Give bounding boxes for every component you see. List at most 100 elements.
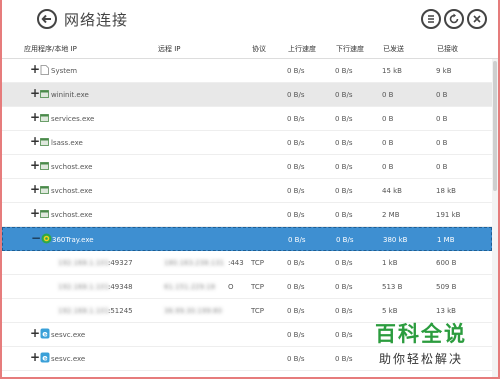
- close-icon: [473, 15, 481, 23]
- down-speed: 0 B/s: [335, 187, 353, 195]
- list-icon: [428, 15, 434, 23]
- sent: 1 kB: [382, 259, 398, 267]
- protocol: TCP: [251, 307, 264, 315]
- sent: 513 B: [382, 283, 403, 291]
- col-up[interactable]: 上行速度: [288, 44, 316, 54]
- down-speed: 0 B/s: [335, 259, 353, 267]
- app-name: svchost.exe: [51, 187, 93, 195]
- col-recv[interactable]: 已接收: [437, 44, 458, 54]
- expand-icon[interactable]: +: [30, 183, 40, 195]
- col-sent[interactable]: 已发送: [383, 44, 404, 54]
- table-row[interactable]: 192.168.1.101 :49348 61.151.229.18 O TCP…: [2, 275, 492, 299]
- up-speed: 0 B/s: [287, 331, 305, 339]
- sent: 0 B: [382, 139, 394, 147]
- down-speed: 0 B/s: [335, 307, 353, 315]
- list-view-button[interactable]: [421, 9, 441, 29]
- window-title: 网络连接: [64, 11, 129, 29]
- table-row[interactable]: + svchost.exe 0 B/s 0 B/s 2 MB 191 kB: [2, 203, 492, 227]
- up-speed: 0 B/s: [287, 355, 305, 363]
- up-speed: 0 B/s: [287, 259, 305, 267]
- app-name: sesvc.exe: [51, 355, 86, 363]
- remote-port: :443: [228, 259, 244, 267]
- table-row-selected[interactable]: − 360Tray.exe 0 B/s 0 B/s 380 kB 1 MB: [2, 227, 492, 251]
- table-row[interactable]: + lsass.exe 0 B/s 0 B/s 0 B 0 B: [2, 131, 492, 155]
- file-icon: [40, 65, 49, 75]
- col-remote[interactable]: 远程 IP: [158, 44, 181, 54]
- window-icon: [40, 186, 49, 194]
- back-button[interactable]: [37, 9, 57, 29]
- back-arrow-icon: [41, 14, 51, 24]
- up-speed: 0 B/s: [287, 211, 305, 219]
- remote-ip-blurred: 36.99.30.199:80: [164, 307, 223, 315]
- title-bar: 网络连接: [2, 0, 498, 38]
- down-speed: 0 B/s: [335, 355, 353, 363]
- protocol: TCP: [251, 259, 264, 267]
- up-speed: 0 B/s: [287, 163, 305, 171]
- window-icon: [40, 90, 49, 98]
- table-row[interactable]: + System 0 B/s 0 B/s 15 kB 9 kB: [2, 59, 492, 83]
- scrollbar-thumb[interactable]: [493, 61, 497, 191]
- up-speed: 0 B/s: [287, 115, 305, 123]
- up-speed: 0 B/s: [287, 307, 305, 315]
- expand-icon[interactable]: +: [30, 207, 40, 219]
- remote-ip-blurred: 180.163.238.131: [164, 259, 225, 267]
- table-row[interactable]: + svchost.exe 0 B/s 0 B/s 0 B 0 B: [2, 155, 492, 179]
- local-port: :49327: [108, 259, 133, 267]
- app-name: wininit.exe: [51, 91, 89, 99]
- local-port: :49348: [108, 283, 133, 291]
- up-speed: 0 B/s: [287, 139, 305, 147]
- e-icon: e: [40, 328, 50, 339]
- watermark-subtitle: 助你轻松解决: [379, 352, 464, 366]
- close-button[interactable]: [467, 9, 487, 29]
- col-protocol[interactable]: 协议: [252, 44, 266, 54]
- sent: 2 MB: [382, 211, 400, 219]
- received: 18 kB: [436, 187, 456, 195]
- table-row[interactable]: + services.exe 0 B/s 0 B/s 0 B 0 B: [2, 107, 492, 131]
- expand-icon[interactable]: +: [30, 327, 40, 339]
- sent: 0 B: [382, 91, 394, 99]
- window-icon: [40, 210, 49, 218]
- table-row[interactable]: + svchost.exe 0 B/s 0 B/s 44 kB 18 kB: [2, 179, 492, 203]
- received: 600 B: [436, 259, 457, 267]
- sent: 15 kB: [382, 67, 402, 75]
- svg-text:e: e: [42, 354, 48, 363]
- down-speed: 0 B/s: [335, 211, 353, 219]
- down-speed: 0 B/s: [335, 163, 353, 171]
- table-row[interactable]: 192.168.1.101 :49327 180.163.238.131 :44…: [2, 251, 492, 275]
- vertical-scrollbar[interactable]: [492, 59, 498, 377]
- down-speed: 0 B/s: [335, 331, 353, 339]
- sent: 44 kB: [382, 187, 402, 195]
- up-speed: 0 B/s: [287, 67, 305, 75]
- local-ip-blurred: 192.168.1.101: [58, 259, 110, 267]
- received: 0 B: [436, 139, 448, 147]
- expand-icon[interactable]: +: [30, 159, 40, 171]
- watermark: 百科全说 助你轻松解决: [375, 318, 487, 370]
- window-icon: [40, 138, 49, 146]
- up-speed: 0 B/s: [287, 283, 305, 291]
- down-speed: 0 B/s: [335, 67, 353, 75]
- app-name: sesvc.exe: [51, 331, 86, 339]
- table-row[interactable]: + wininit.exe 0 B/s 0 B/s 0 B 0 B: [2, 83, 492, 107]
- collapse-icon[interactable]: −: [31, 232, 41, 244]
- window-icon: [40, 162, 49, 170]
- window-icon: [40, 114, 49, 122]
- up-speed: 0 B/s: [287, 187, 305, 195]
- expand-icon[interactable]: +: [30, 63, 40, 75]
- down-speed: 0 B/s: [335, 115, 353, 123]
- remote-ip-blurred: 61.151.229.18: [164, 283, 216, 291]
- sent: 380 kB: [383, 236, 408, 244]
- svg-text:e: e: [42, 330, 48, 339]
- 360-icon: [41, 233, 52, 244]
- sent: 0 B: [382, 163, 394, 171]
- col-down[interactable]: 下行速度: [336, 44, 364, 54]
- received: 1 MB: [437, 236, 455, 244]
- received: 0 B: [436, 115, 448, 123]
- app-name: System: [51, 67, 78, 75]
- expand-icon[interactable]: +: [30, 111, 40, 123]
- col-app[interactable]: 应用程序/本地 IP: [24, 44, 77, 54]
- expand-icon[interactable]: +: [30, 135, 40, 147]
- expand-icon[interactable]: +: [30, 87, 40, 99]
- refresh-button[interactable]: [444, 9, 464, 29]
- app-name: svchost.exe: [51, 211, 93, 219]
- expand-icon[interactable]: +: [30, 351, 40, 363]
